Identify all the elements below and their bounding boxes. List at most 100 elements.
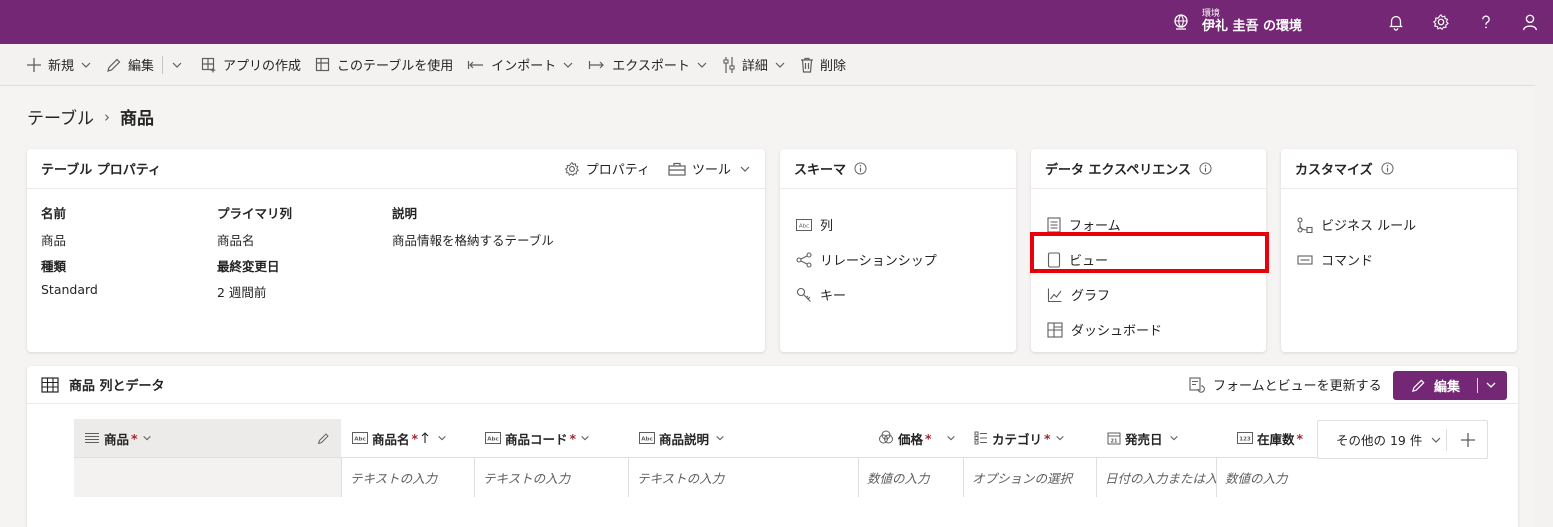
gear-icon [1432, 13, 1449, 30]
cell-placeholder: テキストの入力 [483, 471, 571, 486]
export-button[interactable]: エクスポート [584, 50, 712, 80]
gear-icon [564, 161, 579, 176]
column-header-product-code[interactable]: Abc 商品コード * [475, 419, 628, 457]
text-column-icon: Abc [639, 432, 655, 444]
business-rules-link[interactable]: ビジネス ルール [1281, 207, 1517, 242]
grid-cell-product-code[interactable]: テキストの入力 [475, 457, 629, 497]
column-header-label: 発売日 [1125, 431, 1163, 447]
create-app-button[interactable]: アプリの作成 [197, 50, 305, 80]
new-button[interactable]: 新規 [22, 50, 96, 80]
schema-relationships-link[interactable]: リレーションシップ [780, 242, 1016, 277]
cell-placeholder: テキストの入力 [637, 471, 725, 486]
grid-cell-stock[interactable]: 数値の入力 [1217, 457, 1317, 497]
cell-placeholder: テキストの入力 [350, 471, 438, 486]
column-header-product-name[interactable]: Abc 商品名 * [342, 419, 474, 457]
description-value: 商品情報を格納するテーブル [392, 233, 554, 248]
chevron-right-icon: › [103, 107, 110, 126]
dashboards-link[interactable]: ダッシュボード [1031, 312, 1266, 347]
delete-button[interactable]: 削除 [796, 50, 850, 80]
table-properties-header: テーブル プロパティ プロパティ ツール [27, 149, 765, 189]
schema-card: スキーマ Abc 列 リレーションシップ キー [780, 149, 1016, 352]
details-button[interactable]: 詳細 [718, 50, 790, 80]
type-value: Standard [41, 282, 98, 297]
customize-links: ビジネス ルール コマンド [1281, 189, 1517, 277]
command-separator [162, 55, 164, 74]
use-table-button[interactable]: このテーブルを使用 [311, 50, 457, 80]
more-columns-button[interactable]: その他の 19 件 [1317, 420, 1488, 459]
breadcrumb-tables-link[interactable]: テーブル [27, 104, 94, 129]
table-properties-title: テーブル プロパティ [41, 163, 161, 178]
grid-cell-price[interactable]: 数値の入力 [859, 457, 964, 497]
text-column-icon: Abc [485, 432, 501, 444]
form-refresh-icon [1189, 376, 1205, 393]
business-rules-label: ビジネス ルール [1321, 219, 1417, 234]
grid-cell-product-description[interactable]: テキストの入力 [629, 457, 859, 497]
relationship-icon [796, 251, 812, 268]
environment-selector[interactable]: 環境 伊礼 圭吾 の環境 [1172, 6, 1302, 38]
grid-cell-release-date[interactable]: 日付の入力または入 [1097, 457, 1217, 497]
plus-icon [27, 57, 41, 72]
chevron-down-icon [740, 166, 750, 172]
table-properties-card: テーブル プロパティ プロパティ ツール 名前 商品 種類 Standard プ… [27, 149, 765, 352]
edit-button[interactable]: 編集 [102, 50, 158, 80]
last-modified-value: 2 週間前 [217, 285, 267, 300]
text-column-icon: Abc [352, 432, 368, 444]
cell-placeholder: オプションの選択 [972, 471, 1073, 486]
tools-button[interactable]: ツール [668, 159, 751, 178]
add-column-icon[interactable] [1460, 432, 1476, 448]
chevron-down-icon [81, 62, 91, 68]
info-icon[interactable] [1199, 162, 1212, 175]
schema-keys-label: キー [820, 289, 847, 304]
column-header-product-description[interactable]: Abc 商品説明 [629, 419, 859, 457]
notifications-button[interactable] [1386, 12, 1406, 32]
column-header-price[interactable]: 価格 * [868, 419, 964, 457]
command-bar: 新規 編集 アプリの作成 このテーブルを使用 インポート エクスポート 詳細 削… [0, 44, 1553, 86]
chevron-down-icon [438, 435, 446, 441]
edit-menu-button[interactable] [167, 50, 191, 80]
vertical-scrollbar[interactable] [1535, 44, 1553, 527]
create-app-label: アプリの作成 [223, 59, 302, 74]
column-header-release-date[interactable]: 21 発売日 [1097, 419, 1217, 457]
column-header-product[interactable]: 商品 * [74, 419, 341, 457]
cell-placeholder: 数値の入力 [867, 471, 930, 486]
key-icon [796, 287, 811, 302]
cell-placeholder: 日付の入力または入 [1105, 471, 1217, 486]
account-button[interactable] [1520, 12, 1540, 32]
required-indicator: * [131, 430, 138, 446]
grid-cell-category[interactable]: オプションの選択 [964, 457, 1097, 497]
info-icon[interactable] [854, 162, 867, 175]
table-icon [41, 376, 59, 393]
edit-table-button[interactable]: 編集 [1393, 371, 1507, 400]
refresh-forms-views-button[interactable]: フォームとビューを更新する [1189, 375, 1382, 394]
pencil-icon [107, 58, 121, 72]
charts-link[interactable]: グラフ [1031, 277, 1266, 312]
name-value: 商品 [41, 233, 67, 248]
chevron-down-icon[interactable] [1485, 379, 1497, 391]
customize-card: カスタマイズ ビジネス ルール コマンド [1281, 149, 1517, 352]
info-icon[interactable] [1381, 162, 1394, 175]
import-icon [468, 60, 484, 69]
column-header-label: 在庫数 [1257, 431, 1295, 447]
line-chart-icon [1047, 288, 1062, 302]
primary-name-icon [85, 433, 99, 443]
last-modified-label: 最終変更日 [217, 259, 280, 274]
column-header-category[interactable]: カテゴリ * [964, 419, 1097, 457]
required-indicator: * [1296, 430, 1304, 446]
settings-button[interactable] [1431, 12, 1451, 32]
help-button[interactable] [1476, 12, 1496, 32]
grid-cell-product-name[interactable]: テキストの入力 [342, 457, 475, 497]
export-icon [589, 60, 605, 69]
commands-link[interactable]: コマンド [1281, 242, 1517, 277]
svg-text:123: 123 [1239, 437, 1251, 443]
columns-and-data-title: 商品 列とデータ [69, 379, 165, 394]
edit-table-label: 編集 [1434, 380, 1461, 395]
properties-button[interactable]: プロパティ [564, 159, 650, 178]
form-icon [1047, 216, 1061, 233]
schema-keys-link[interactable]: キー [780, 277, 1016, 312]
column-header-stock[interactable]: 123 在庫数 * [1227, 419, 1317, 457]
import-button[interactable]: インポート [463, 50, 578, 80]
column-header-label: 商品説明 [659, 431, 710, 447]
schema-columns-link[interactable]: Abc 列 [780, 207, 1016, 242]
question-mark-icon [1482, 15, 1490, 29]
pencil-edit-icon[interactable] [317, 432, 330, 445]
